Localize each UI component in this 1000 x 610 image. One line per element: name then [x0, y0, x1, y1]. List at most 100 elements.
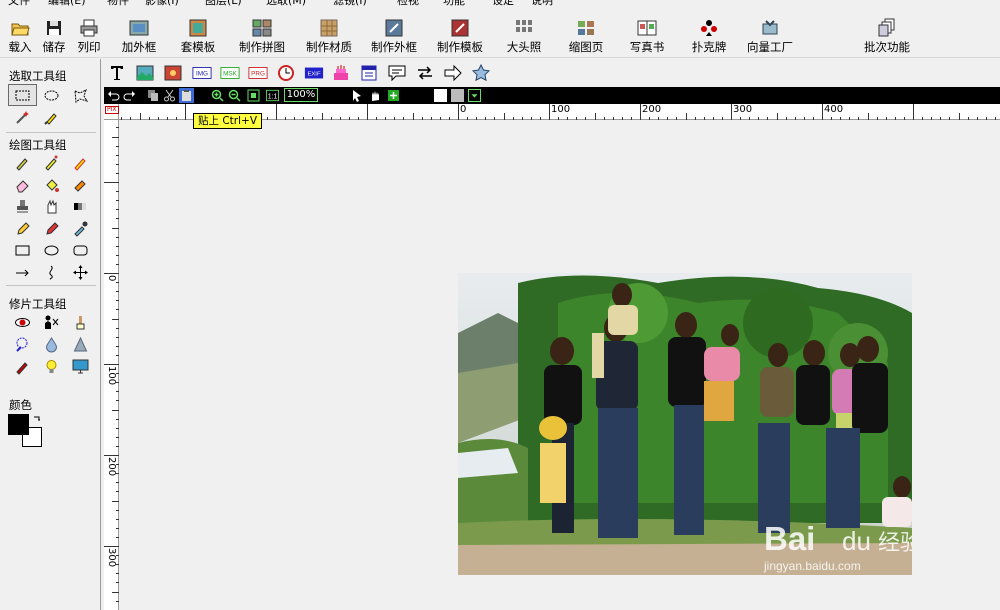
- gradient-tool[interactable]: [66, 195, 95, 217]
- ruler-tick: [640, 104, 641, 120]
- redo-button[interactable]: [122, 88, 137, 103]
- eraser-tool[interactable]: [8, 173, 37, 195]
- load-button[interactable]: 载入: [7, 14, 33, 58]
- img-layer-button[interactable]: IMG: [190, 62, 214, 84]
- clone-tool[interactable]: [8, 333, 37, 355]
- actual-size-button[interactable]: 1:1: [264, 88, 281, 103]
- make-texture-button[interactable]: 制作材质: [303, 14, 355, 58]
- add-frame-button[interactable]: 加外框: [118, 14, 160, 58]
- arrow-shape-button[interactable]: [442, 62, 464, 84]
- menu-image[interactable]: 影像(I): [145, 0, 179, 8]
- copy-button[interactable]: [146, 88, 161, 103]
- crosshair-button[interactable]: [386, 88, 401, 103]
- ruler-tick: [185, 104, 186, 120]
- red-eye-tool[interactable]: [8, 311, 37, 333]
- brush-tool[interactable]: [8, 151, 37, 173]
- msk-layer-button[interactable]: MSK: [218, 62, 242, 84]
- make-frame-button[interactable]: 制作外框: [368, 14, 420, 58]
- zoom-level-field[interactable]: 100%: [284, 88, 318, 102]
- menu-view[interactable]: 检视: [397, 0, 419, 8]
- light-tool[interactable]: [37, 355, 66, 377]
- swap-arrows-button[interactable]: [414, 62, 436, 84]
- menu-help[interactable]: 说明: [531, 0, 553, 8]
- screen-capture-tool[interactable]: [66, 355, 95, 377]
- magic-wand-tool[interactable]: [8, 106, 37, 128]
- pointer-tool-button[interactable]: [350, 88, 365, 103]
- red-brush-icon: [16, 361, 28, 375]
- white-swatch-button[interactable]: [434, 89, 447, 102]
- menu-object[interactable]: 物件: [107, 0, 129, 8]
- cake-button[interactable]: [330, 62, 352, 84]
- rounded-rect-tool[interactable]: [66, 239, 95, 261]
- batch-button[interactable]: 批次功能: [860, 14, 914, 58]
- apply-template-button[interactable]: 套模板: [177, 14, 219, 58]
- sharpen-brush-tool[interactable]: [66, 311, 95, 333]
- hand-tool-button[interactable]: [368, 88, 383, 103]
- playing-cards-button[interactable]: 扑克牌: [689, 14, 729, 58]
- menu-filter[interactable]: 滤镜(I): [333, 0, 367, 8]
- ellipse-select-tool[interactable]: [37, 84, 66, 106]
- clock-button[interactable]: [275, 62, 297, 84]
- move-tool[interactable]: [66, 261, 95, 283]
- insert-image-button[interactable]: [134, 62, 156, 84]
- menu-file[interactable]: 文件: [8, 0, 30, 8]
- rounded-rect-icon: [73, 245, 88, 255]
- thumbnail-page-button[interactable]: 缩图页: [566, 14, 606, 58]
- photo-image[interactable]: Bai du 经验 jingyan.baidu.com: [458, 273, 912, 575]
- undo-button[interactable]: [106, 88, 121, 103]
- pencil-tool[interactable]: [8, 217, 37, 239]
- exif-button[interactable]: EXIF: [302, 62, 326, 84]
- vector-factory-button[interactable]: 向量工厂: [743, 14, 797, 58]
- make-template-button[interactable]: 制作模板: [434, 14, 486, 58]
- rectangle-tool[interactable]: [8, 239, 37, 261]
- lasso-select-tool[interactable]: [66, 84, 95, 106]
- paste-button[interactable]: [179, 88, 194, 103]
- insert-photo-button[interactable]: [162, 62, 184, 84]
- zoom-out-button[interactable]: [227, 88, 242, 103]
- ellipse-tool[interactable]: [37, 239, 66, 261]
- blur-tool[interactable]: [37, 333, 66, 355]
- pen-tool[interactable]: [37, 217, 66, 239]
- menu-settings[interactable]: 设定: [492, 0, 514, 8]
- swatch-dropdown-button[interactable]: [468, 89, 481, 102]
- color-replace-tool[interactable]: [66, 173, 95, 195]
- curve-tool[interactable]: [37, 261, 66, 283]
- speech-bubble-button[interactable]: [386, 62, 408, 84]
- photo-book-button[interactable]: 写真书: [627, 14, 667, 58]
- dodge-tool[interactable]: [8, 355, 37, 377]
- cut-button[interactable]: [162, 88, 177, 103]
- line-tool[interactable]: [8, 261, 37, 283]
- ruler-tick: [116, 573, 119, 575]
- swap-colors-icon[interactable]: [32, 414, 42, 424]
- menu-edit[interactable]: 编辑(E): [48, 0, 86, 8]
- sharpen-tool[interactable]: [66, 333, 95, 355]
- color-brush-tool[interactable]: [66, 151, 95, 173]
- stamp-tool[interactable]: [8, 195, 37, 217]
- ruler-tick: [112, 409, 119, 411]
- ruler-tick: [822, 104, 823, 120]
- save-button[interactable]: 储存: [41, 14, 67, 58]
- canvas-area[interactable]: Bai du 经验 jingyan.baidu.com: [120, 120, 1000, 610]
- fit-window-button[interactable]: [246, 88, 261, 103]
- select-brush-tool[interactable]: [37, 106, 66, 128]
- star-shape-button[interactable]: [470, 62, 492, 84]
- text-tool-button[interactable]: [106, 62, 128, 84]
- id-photo-button[interactable]: 大头照: [503, 14, 545, 58]
- rect-select-tool[interactable]: [8, 84, 37, 106]
- make-collage-button[interactable]: 制作拼图: [236, 14, 288, 58]
- prg-layer-button[interactable]: PRG: [246, 62, 270, 84]
- print-button[interactable]: 列印: [76, 14, 102, 58]
- foreground-color-swatch[interactable]: [8, 414, 29, 435]
- eyedropper-tool[interactable]: [66, 217, 95, 239]
- menu-function[interactable]: 功能: [443, 0, 465, 8]
- menu-layer[interactable]: 图层(L): [205, 0, 242, 8]
- airbrush-tool[interactable]: [37, 151, 66, 173]
- menu-select[interactable]: 选取(M): [266, 0, 306, 8]
- calendar-button[interactable]: [358, 62, 380, 84]
- smudge-tool[interactable]: [37, 195, 66, 217]
- gray-swatch-button[interactable]: [451, 89, 464, 102]
- fill-tool[interactable]: [37, 173, 66, 195]
- ruler-tick: [116, 145, 119, 147]
- zoom-in-button[interactable]: [210, 88, 225, 103]
- skin-smooth-tool[interactable]: [37, 311, 66, 333]
